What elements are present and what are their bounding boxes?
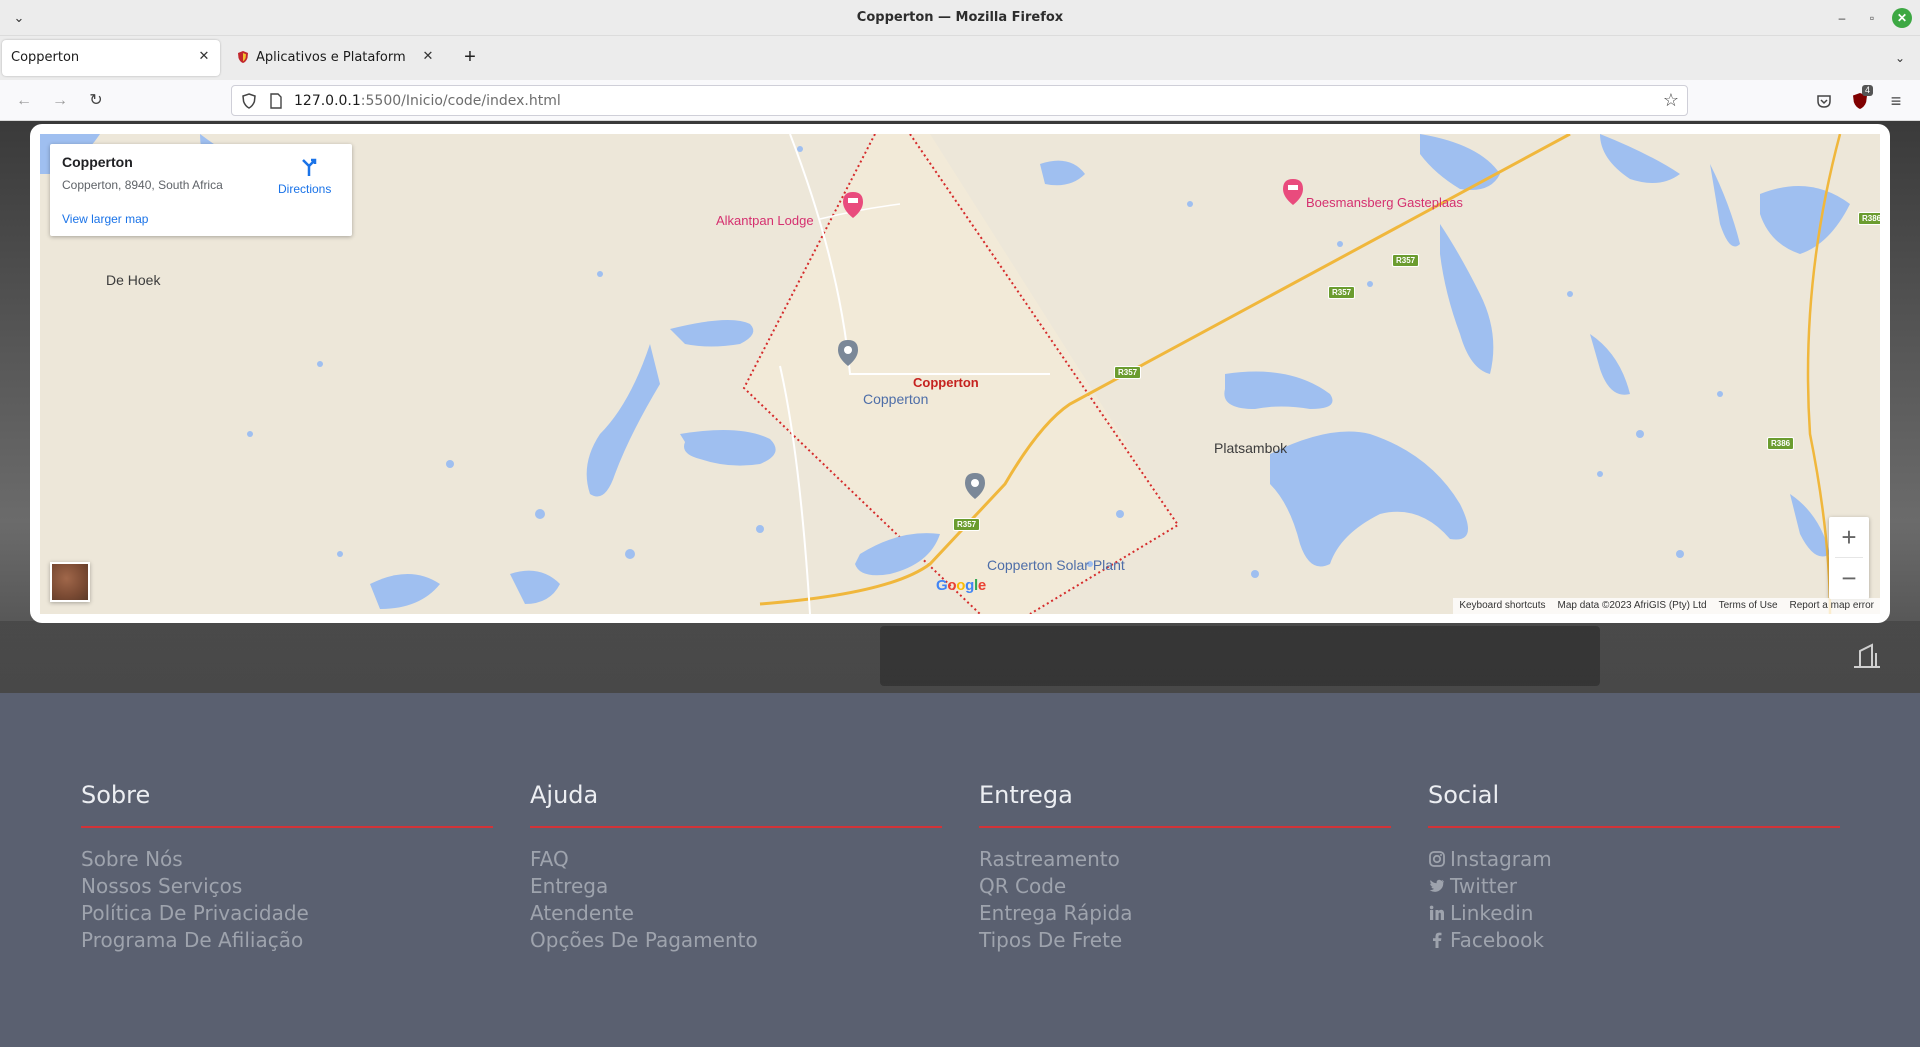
address-bar[interactable]: 127.0.0.1:5500/Inicio/code/index.html ☆ — [231, 85, 1688, 116]
shield-favicon-icon — [238, 51, 248, 63]
web-page: Copperton Copperton, 8940, South Africa … — [0, 121, 1920, 1047]
footer-link-twitter[interactable]: Twitter — [1428, 873, 1840, 900]
ublock-extension-icon[interactable]: 4 — [1848, 85, 1874, 113]
tracking-shield-icon[interactable] — [240, 92, 258, 110]
footer-link-label: Twitter — [1450, 874, 1518, 898]
road-shield: R357 — [1392, 254, 1420, 267]
footer-column-ajuda: Ajuda FAQ Entrega Atendente Opções De Pa… — [530, 781, 942, 954]
footer-link-facebook[interactable]: Facebook — [1428, 927, 1840, 954]
terms-of-use-link[interactable]: Terms of Use — [1712, 598, 1784, 614]
minimize-button[interactable]: – — [1832, 8, 1852, 28]
map-label-de-hoek: De Hoek — [106, 272, 161, 288]
view-larger-map-link[interactable]: View larger map — [62, 212, 148, 226]
google-map[interactable]: Copperton Copperton, 8940, South Africa … — [40, 134, 1880, 614]
list-all-tabs-chevron-icon[interactable]: ⌄ — [1888, 46, 1912, 70]
zoom-in-button[interactable]: + — [1829, 517, 1869, 557]
map-label-boesmansberg[interactable]: Boesmansberg Gasteplaas — [1306, 195, 1463, 210]
zoom-out-button[interactable]: − — [1829, 558, 1869, 598]
hero-background: Copperton Copperton, 8940, South Africa … — [0, 121, 1920, 693]
facebook-icon — [1433, 932, 1442, 948]
tab-close-icon[interactable]: ✕ — [420, 49, 436, 65]
map-label-alkantpan-lodge[interactable]: Alkantpan Lodge — [716, 213, 814, 228]
footer-column-entrega: Entrega Rastreamento QR Code Entrega Ráp… — [979, 781, 1391, 954]
satellite-toggle-thumbnail[interactable] — [50, 562, 90, 602]
tab-aplicativos[interactable]: Aplicativos e Plataformas Ed ✕ — [228, 40, 444, 76]
map-label-copperton-pin[interactable]: Copperton — [863, 391, 928, 407]
footer-heading: Sobre — [81, 781, 493, 828]
footer-link-label: Linkedin — [1450, 901, 1534, 925]
footer-link[interactable]: Sobre Nós — [81, 846, 493, 873]
map-label-copperton-area: Copperton — [913, 375, 979, 390]
instagram-icon — [1429, 851, 1445, 867]
footer-link[interactable]: Política De Privacidade — [81, 900, 493, 927]
footer-link-label: Facebook — [1450, 928, 1544, 952]
new-tab-plus-icon[interactable]: + — [458, 46, 482, 70]
place-name: Copperton — [62, 154, 133, 170]
footer-link-linkedin[interactable]: Linkedin — [1428, 900, 1840, 927]
place-info-card: Copperton Copperton, 8940, South Africa … — [50, 144, 352, 236]
url-text: 127.0.0.1:5500/Inicio/code/index.html — [294, 93, 561, 109]
map-label-solar-plant[interactable]: Copperton Solar Plant — [987, 557, 1125, 573]
footer-link[interactable]: QR Code — [979, 873, 1391, 900]
map-data-credit: Map data ©2023 AfriGIS (Pty) Ltd — [1551, 598, 1713, 614]
map-zoom-control: + − — [1829, 517, 1869, 599]
hero-desk-shape — [880, 626, 1600, 686]
maximize-button[interactable]: ▫ — [1862, 8, 1882, 28]
hamburger-menu-icon[interactable]: ≡ — [1884, 89, 1908, 113]
linkedin-icon — [1429, 905, 1444, 920]
footer-link[interactable]: Opções De Pagamento — [530, 927, 942, 954]
window-title: Copperton — Mozilla Firefox — [856, 10, 1064, 25]
footer-heading: Social — [1428, 781, 1840, 828]
reload-icon[interactable]: ↻ — [84, 89, 108, 113]
road-shield: R386 — [1858, 212, 1880, 225]
navigation-toolbar: ← → ↻ 127.0.0.1:5500/Inicio/code/index.h… — [0, 80, 1920, 121]
tab-label: Aplicativos e Plataformas Ed — [256, 50, 406, 65]
forward-arrow-icon[interactable]: → — [48, 89, 72, 113]
keyboard-shortcuts-link[interactable]: Keyboard shortcuts — [1453, 598, 1552, 614]
footer-link[interactable]: Programa De Afiliação — [81, 927, 493, 954]
extension-badge: 4 — [1862, 85, 1874, 96]
footer-link-label: Instagram — [1450, 847, 1552, 871]
road-shield: R357 — [1328, 286, 1356, 299]
back-arrow-icon[interactable]: ← — [12, 89, 36, 113]
place-address: Copperton, 8940, South Africa — [62, 178, 223, 192]
tab-bar: Copperton ✕ Aplicativos e Plataformas Ed… — [0, 36, 1920, 80]
footer-link[interactable]: FAQ — [530, 846, 942, 873]
footer-column-social: Social Instagram Twitter Linkedin Facebo… — [1428, 781, 1840, 954]
footer-link-instagram[interactable]: Instagram — [1428, 846, 1840, 873]
footer-link[interactable]: Atendente — [530, 900, 942, 927]
tab-copperton[interactable]: Copperton ✕ — [2, 40, 220, 76]
twitter-icon — [1429, 879, 1444, 892]
road-shield: R386 — [1767, 437, 1795, 450]
google-logo[interactable]: Google — [936, 577, 986, 594]
footer-link[interactable]: Tipos De Frete — [979, 927, 1391, 954]
footer-link[interactable]: Entrega — [530, 873, 942, 900]
directions-link[interactable]: Directions — [278, 182, 331, 196]
tab-close-icon[interactable]: ✕ — [196, 49, 212, 65]
url-host: 127.0.0.1 — [294, 93, 361, 109]
building-corner-icon — [1854, 643, 1880, 668]
road-shield: R357 — [953, 518, 981, 531]
site-footer: Sobre Sobre Nós Nossos Serviços Política… — [0, 693, 1920, 1047]
footer-link[interactable]: Entrega Rápida — [979, 900, 1391, 927]
footer-heading: Ajuda — [530, 781, 942, 828]
page-info-icon[interactable] — [268, 92, 284, 110]
directions-icon[interactable] — [298, 156, 320, 178]
tab-label: Copperton — [11, 50, 80, 65]
map-frame: Copperton Copperton, 8940, South Africa … — [30, 124, 1890, 623]
footer-column-sobre: Sobre Sobre Nós Nossos Serviços Política… — [81, 781, 493, 954]
footer-link[interactable]: Rastreamento — [979, 846, 1391, 873]
footer-link[interactable]: Nossos Serviços — [81, 873, 493, 900]
close-window-button[interactable]: ✕ — [1892, 8, 1912, 28]
pocket-icon[interactable] — [1812, 89, 1836, 113]
report-map-error-link[interactable]: Report a map error — [1783, 598, 1880, 614]
map-attribution-bar: Keyboard shortcuts Map data ©2023 AfriGI… — [1453, 598, 1880, 614]
footer-heading: Entrega — [979, 781, 1391, 828]
url-path: :5500/Inicio/code/index.html — [360, 93, 561, 109]
map-label-platsambok: Platsambok — [1214, 440, 1288, 456]
bookmark-star-icon[interactable]: ☆ — [1663, 90, 1679, 111]
window-titlebar: ⌄ Copperton — Mozilla Firefox – ▫ ✕ — [0, 0, 1920, 36]
road-shield: R357 — [1114, 366, 1142, 379]
